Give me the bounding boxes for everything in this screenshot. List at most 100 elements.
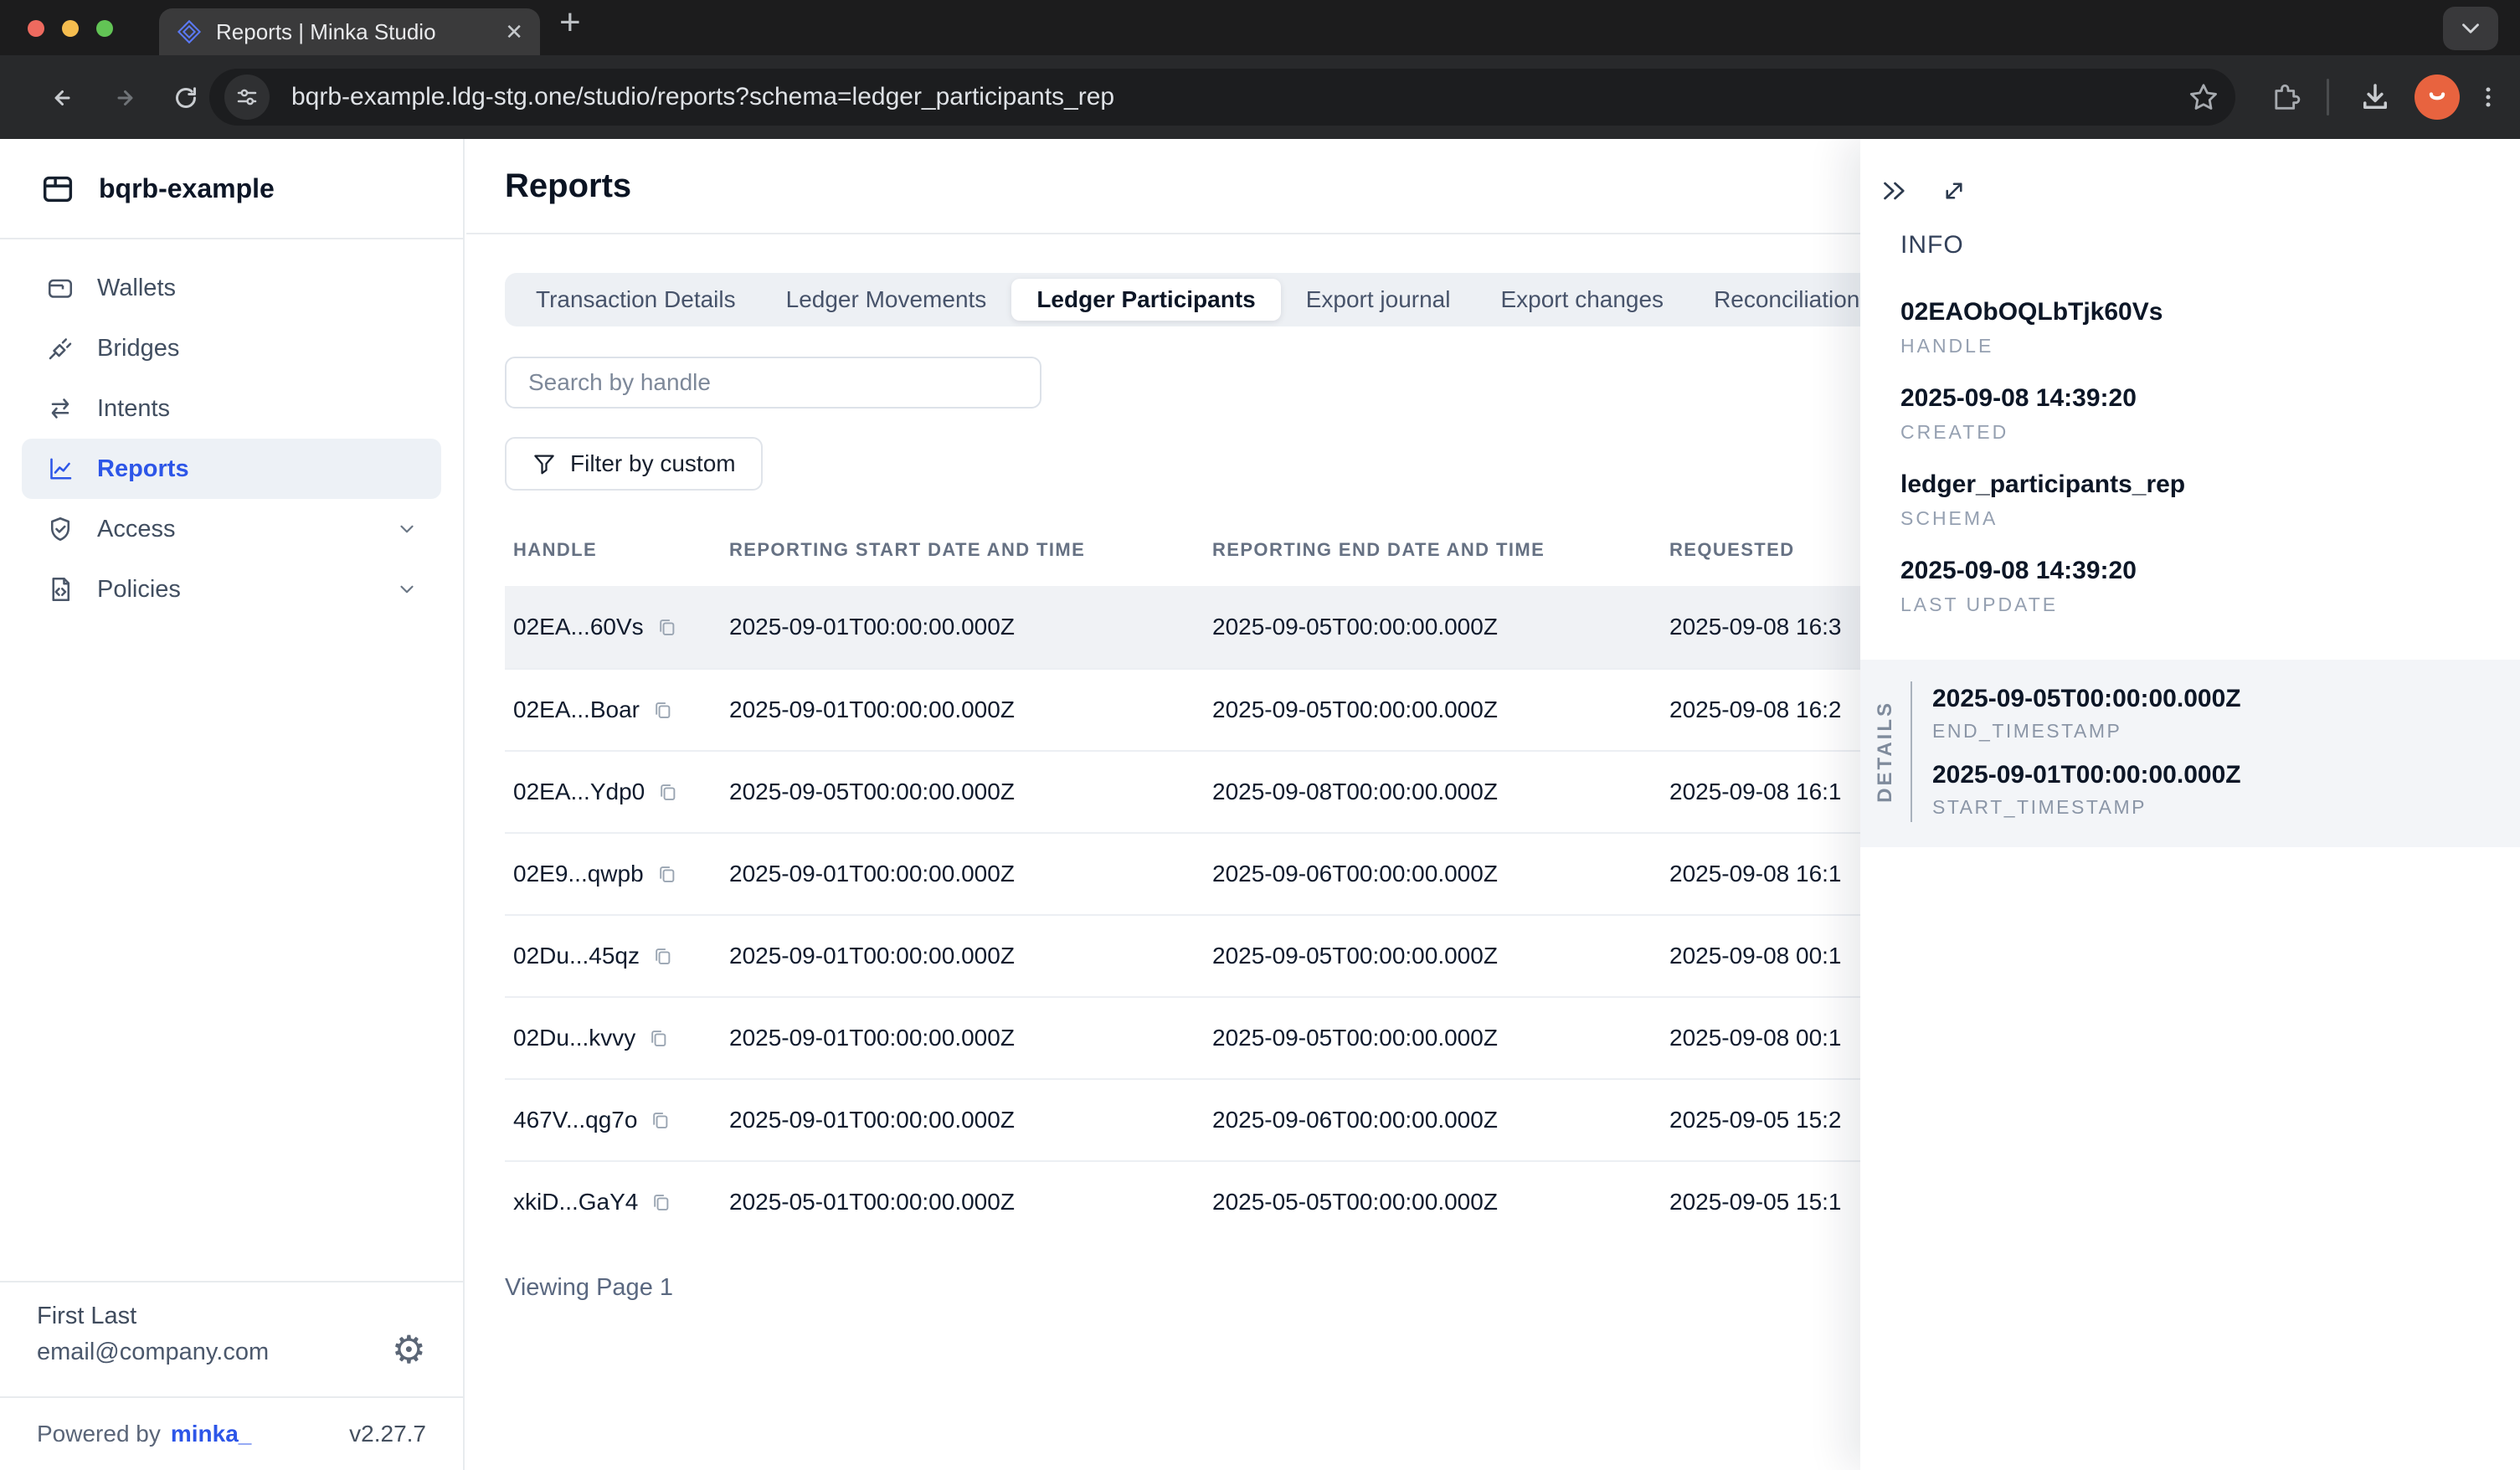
download-icon[interactable] (2358, 55, 2393, 139)
table-row[interactable]: 467V...qg7o 2025-09-01T00:00:00.000Z 202… (505, 1078, 2089, 1160)
detail-field: 2025-09-05T00:00:00.000Z END_TIMESTAMP (1932, 685, 2241, 743)
row-handle: 02EA...Boar (513, 696, 640, 723)
window-controls[interactable] (28, 20, 113, 37)
table-row[interactable]: 02EA...Ydp0 2025-09-05T00:00:00.000Z 202… (505, 750, 2089, 832)
copy-icon[interactable] (647, 1027, 670, 1050)
page-title: Reports (505, 167, 631, 205)
detail-field-label: START_TIMESTAMP (1932, 796, 2241, 819)
table-row[interactable]: 02E9...qwpb 2025-09-01T00:00:00.000Z 202… (505, 832, 2089, 914)
info-field-label: HANDLE (1900, 335, 2520, 357)
copy-icon[interactable] (649, 1109, 671, 1132)
sidebar-item-access[interactable]: Access (22, 499, 441, 559)
tab-title: Reports | Minka Studio (216, 19, 491, 45)
copy-icon[interactable] (656, 863, 678, 886)
row-end-date: 2025-05-05T00:00:00.000Z (1212, 1189, 1669, 1216)
chevron-down-icon (2456, 14, 2485, 43)
info-field: 2025-09-08 14:39:20 LAST UPDATE (1900, 557, 2520, 616)
row-handle: xkiD...GaY4 (513, 1189, 638, 1216)
sidebar-item-bridges[interactable]: Bridges (22, 318, 441, 378)
swap-arrows-icon (45, 393, 75, 424)
table-row[interactable]: 02Du...kvvy 2025-09-01T00:00:00.000Z 202… (505, 996, 2089, 1078)
sidebar-item-label: Wallets (97, 275, 176, 302)
browser-tab[interactable]: Reports | Minka Studio ✕ (159, 8, 540, 55)
info-field-value: ledger_participants_rep (1900, 470, 2520, 499)
bridge-plug-icon (45, 333, 75, 363)
sidebar-item-reports[interactable]: Reports (22, 439, 441, 499)
table-row[interactable]: 02EA...Boar 2025-09-01T00:00:00.000Z 202… (505, 668, 2089, 750)
user-email: email@company.com (37, 1339, 269, 1366)
back-icon[interactable] (49, 83, 79, 113)
report-tabs: Transaction Details Ledger Movements Led… (505, 273, 1890, 326)
sidebar-nav: Wallets Bridges Intents Reports Access (0, 239, 463, 619)
table-row[interactable]: 02EA...60Vs 2025-09-01T00:00:00.000Z 202… (505, 586, 2089, 668)
panel-fields: 02EAObOQLbTjk60Vs HANDLE 2025-09-08 14:3… (1900, 298, 2520, 616)
tab-close-icon[interactable]: ✕ (505, 21, 523, 43)
detail-field: 2025-09-01T00:00:00.000Z START_TIMESTAMP (1932, 761, 2241, 819)
bookmark-star-icon[interactable] (2187, 80, 2220, 114)
row-end-date: 2025-09-05T00:00:00.000Z (1212, 696, 1669, 723)
chevron-down-icon (396, 518, 418, 540)
collapse-panel-icon[interactable] (1879, 176, 1909, 206)
tab-export-journal[interactable]: Export journal (1281, 279, 1476, 321)
profile-avatar[interactable] (2415, 55, 2460, 139)
new-tab-button[interactable]: + (559, 2, 581, 44)
ledger-box-icon (39, 169, 77, 208)
sidebar: bqrb-example Wallets Bridges Intents Rep… (0, 139, 465, 1470)
extensions-icon[interactable] (2267, 55, 2301, 139)
details-section-label: DETAILS (1874, 701, 1897, 803)
browser-chrome: Reports | Minka Studio ✕ + bqrb-example.… (0, 0, 2520, 139)
site-settings-icon[interactable] (224, 75, 270, 120)
row-start-date: 2025-09-01T00:00:00.000Z (729, 1025, 1212, 1051)
sidebar-item-label: Intents (97, 395, 170, 423)
tab-ledger-participants[interactable]: Ledger Participants (1011, 279, 1280, 321)
row-end-date: 2025-09-08T00:00:00.000Z (1212, 779, 1669, 805)
minka-brand-link[interactable]: minka_ (171, 1421, 252, 1447)
reload-icon[interactable] (171, 83, 201, 113)
copy-icon[interactable] (656, 781, 679, 804)
table-body: 02EA...60Vs 2025-09-01T00:00:00.000Z 202… (505, 586, 2089, 1242)
row-end-date: 2025-09-06T00:00:00.000Z (1212, 1107, 1669, 1133)
sidebar-item-policies[interactable]: Policies (22, 559, 441, 619)
version-label: v2.27.7 (349, 1421, 426, 1447)
panel-title: INFO (1900, 231, 2520, 260)
tab-export-changes[interactable]: Export changes (1475, 279, 1689, 321)
tab-search-button[interactable] (2443, 7, 2498, 50)
user-block: First Last email@company.com ⚙ (0, 1281, 463, 1396)
row-handle: 467V...qg7o (513, 1107, 637, 1133)
copy-icon[interactable] (656, 616, 678, 639)
url-text[interactable]: bqrb-example.ldg-stg.one/studio/reports?… (291, 83, 2187, 111)
sidebar-item-wallets[interactable]: Wallets (22, 258, 441, 318)
sidebar-item-label: Reports (97, 455, 189, 483)
detail-field-value: 2025-09-05T00:00:00.000Z (1932, 685, 2241, 713)
info-field: ledger_participants_rep SCHEMA (1900, 470, 2520, 530)
search-input[interactable] (505, 357, 1041, 409)
filter-by-custom-button[interactable]: Filter by custom (505, 437, 763, 491)
minimize-window-button[interactable] (62, 20, 79, 37)
close-window-button[interactable] (28, 20, 44, 37)
table-header-row: HANDLE REPORTING START DATE AND TIME REP… (505, 514, 2089, 586)
toolbar-divider (2327, 55, 2329, 139)
tab-transaction-details[interactable]: Transaction Details (511, 279, 761, 321)
browser-menu-icon[interactable] (2473, 55, 2503, 139)
url-bar[interactable]: bqrb-example.ldg-stg.one/studio/reports?… (209, 69, 2235, 126)
table-row[interactable]: 02Du...45qz 2025-09-01T00:00:00.000Z 202… (505, 914, 2089, 996)
detail-field-label: END_TIMESTAMP (1932, 720, 2241, 743)
copy-icon[interactable] (651, 945, 674, 968)
fullscreen-window-button[interactable] (96, 20, 113, 37)
table-row[interactable]: xkiD...GaY4 2025-05-01T00:00:00.000Z 202… (505, 1160, 2089, 1242)
sidebar-item-label: Access (97, 516, 175, 543)
forward-icon[interactable] (109, 83, 139, 113)
tab-strip: Reports | Minka Studio ✕ + (0, 0, 2520, 55)
settings-gear-icon[interactable]: ⚙ (392, 1330, 426, 1369)
copy-icon[interactable] (650, 1191, 672, 1214)
info-field-label: LAST UPDATE (1900, 594, 2520, 616)
expand-panel-icon[interactable] (1939, 176, 1969, 206)
org-header[interactable]: bqrb-example (0, 139, 463, 239)
row-end-date: 2025-09-06T00:00:00.000Z (1212, 861, 1669, 887)
tab-reconciliation[interactable]: Reconciliation (1689, 279, 1885, 321)
tab-ledger-movements[interactable]: Ledger Movements (761, 279, 1012, 321)
funnel-icon (532, 451, 557, 476)
sidebar-item-intents[interactable]: Intents (22, 378, 441, 439)
reports-table: HANDLE REPORTING START DATE AND TIME REP… (505, 514, 2089, 1242)
copy-icon[interactable] (651, 699, 674, 722)
